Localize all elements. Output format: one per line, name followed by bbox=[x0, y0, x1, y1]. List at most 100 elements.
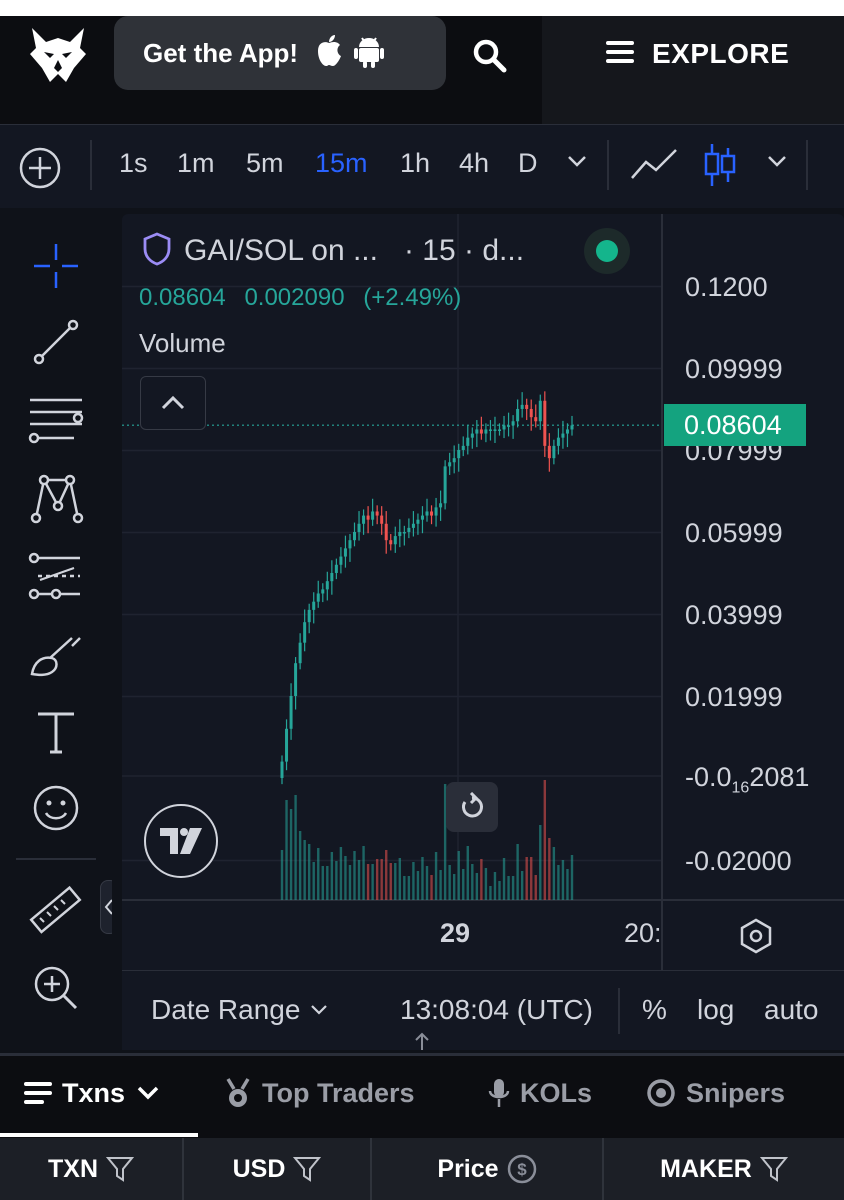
candle-body bbox=[380, 515, 384, 524]
volume-bar bbox=[534, 875, 537, 900]
chevron-down-icon bbox=[137, 1086, 159, 1100]
candle-body bbox=[280, 761, 284, 778]
volume-bar bbox=[398, 858, 402, 900]
tab-label: KOLs bbox=[520, 1077, 593, 1108]
volume-bar bbox=[357, 860, 361, 900]
candle-body bbox=[565, 429, 569, 434]
candle-body bbox=[298, 642, 302, 664]
volume-bar bbox=[520, 871, 524, 900]
candle-body bbox=[348, 540, 352, 549]
tab-kols[interactable]: KOLs bbox=[488, 1073, 592, 1113]
volume-bar bbox=[385, 850, 388, 900]
candle-body bbox=[420, 515, 424, 520]
collapse-legend-button[interactable] bbox=[140, 376, 206, 430]
volume-bar bbox=[448, 865, 451, 900]
chart-legend-title[interactable]: GAI/SOL on ... · 15 · d... bbox=[142, 230, 524, 272]
time-axis-label: 29 bbox=[440, 918, 471, 948]
price-axis-label: -0.02000 bbox=[685, 846, 792, 876]
auto-scale-button[interactable]: auto bbox=[764, 994, 819, 1026]
candle-body bbox=[366, 515, 370, 520]
svg-text:$: $ bbox=[517, 1160, 527, 1179]
candle-body bbox=[516, 408, 520, 422]
volume-bar bbox=[484, 868, 488, 900]
candle-body bbox=[507, 425, 511, 427]
column-header-price[interactable]: Price $ bbox=[372, 1138, 604, 1200]
volume-bar bbox=[425, 866, 429, 900]
chart-settings-icon[interactable] bbox=[736, 916, 776, 956]
candle-body bbox=[552, 445, 556, 459]
tradingview-logo-icon[interactable] bbox=[144, 804, 218, 878]
date-range-dropdown[interactable]: Date Range bbox=[151, 994, 328, 1026]
volume-bar bbox=[362, 846, 365, 900]
candle-body bbox=[452, 458, 456, 463]
candle-body bbox=[520, 404, 524, 409]
candle-body bbox=[534, 417, 538, 422]
tab-top-traders[interactable]: Top Traders bbox=[224, 1073, 415, 1113]
candle-body bbox=[547, 445, 551, 459]
tab-snipers[interactable]: Snipers bbox=[646, 1073, 785, 1113]
price-axis-label: 0.05999 bbox=[685, 518, 783, 548]
price-axis-label: 0.03999 bbox=[685, 600, 783, 630]
volume-bar bbox=[511, 876, 515, 900]
symbol-name: GAI/SOL on ... bbox=[184, 234, 378, 267]
candle-body bbox=[353, 531, 356, 541]
volume-bar bbox=[434, 852, 438, 900]
volume-bar bbox=[552, 847, 556, 900]
candle-body bbox=[289, 695, 293, 729]
current-price-tag: 0.08604 bbox=[664, 404, 806, 446]
volume-bar bbox=[475, 873, 479, 900]
dollar-circle-icon: $ bbox=[507, 1154, 537, 1184]
candle-body bbox=[416, 519, 420, 524]
microphone-icon bbox=[488, 1079, 510, 1107]
volume-bar bbox=[525, 857, 528, 900]
candle-body bbox=[543, 400, 547, 446]
volume-bar bbox=[548, 838, 551, 900]
volume-bar bbox=[321, 866, 324, 900]
volume-bar bbox=[389, 863, 392, 900]
volume-bar bbox=[280, 850, 284, 900]
candle-body bbox=[285, 728, 289, 762]
volume-bar bbox=[303, 840, 306, 900]
candle-body bbox=[498, 429, 501, 431]
candle-body bbox=[321, 589, 325, 594]
candle-body bbox=[384, 523, 388, 541]
volume-bar bbox=[380, 859, 383, 900]
volume-bar bbox=[493, 872, 497, 900]
log-scale-button[interactable]: log bbox=[697, 994, 734, 1026]
candle-body bbox=[448, 462, 452, 467]
tab-txns[interactable]: Txns bbox=[24, 1073, 159, 1113]
volume-bar bbox=[462, 869, 465, 900]
candle-body bbox=[556, 437, 560, 446]
volume-bar bbox=[366, 864, 370, 900]
price-axis-label: 0.01999 bbox=[685, 682, 783, 712]
volume-bar bbox=[312, 862, 315, 900]
volume-bar bbox=[335, 861, 338, 900]
candle-body bbox=[443, 466, 447, 504]
candle-body bbox=[316, 593, 320, 602]
column-header-txn[interactable]: TXN bbox=[0, 1138, 184, 1200]
percent-scale-button[interactable]: % bbox=[642, 994, 667, 1026]
column-header-usd[interactable]: USD bbox=[184, 1138, 372, 1200]
reset-chart-button[interactable] bbox=[446, 782, 498, 832]
candle-body bbox=[484, 429, 488, 434]
volume-bar bbox=[561, 860, 565, 900]
volume-bar bbox=[543, 780, 547, 900]
footer-divider bbox=[618, 988, 620, 1034]
change-percent: (+2.49%) bbox=[363, 284, 462, 311]
volume-bar bbox=[344, 856, 347, 900]
candle-body bbox=[411, 523, 415, 528]
utc-clock[interactable]: 13:08:04 (UTC) bbox=[400, 994, 593, 1026]
market-status-indicator[interactable] bbox=[584, 228, 630, 274]
volume-bar bbox=[480, 859, 483, 900]
volume-legend-label[interactable]: Volume bbox=[139, 328, 226, 359]
volume-bar bbox=[421, 857, 424, 900]
volume-bar bbox=[507, 876, 510, 900]
candle-body bbox=[511, 421, 515, 426]
transactions-table-header: TXN USD Price $ MAKER bbox=[0, 1138, 844, 1200]
column-header-maker[interactable]: MAKER bbox=[604, 1138, 844, 1200]
tab-label: Top Traders bbox=[262, 1077, 415, 1108]
price-axis-label: 0.1200 bbox=[685, 272, 768, 302]
candle-body bbox=[375, 511, 379, 516]
candle-body bbox=[330, 572, 334, 582]
candle-body bbox=[343, 548, 347, 557]
